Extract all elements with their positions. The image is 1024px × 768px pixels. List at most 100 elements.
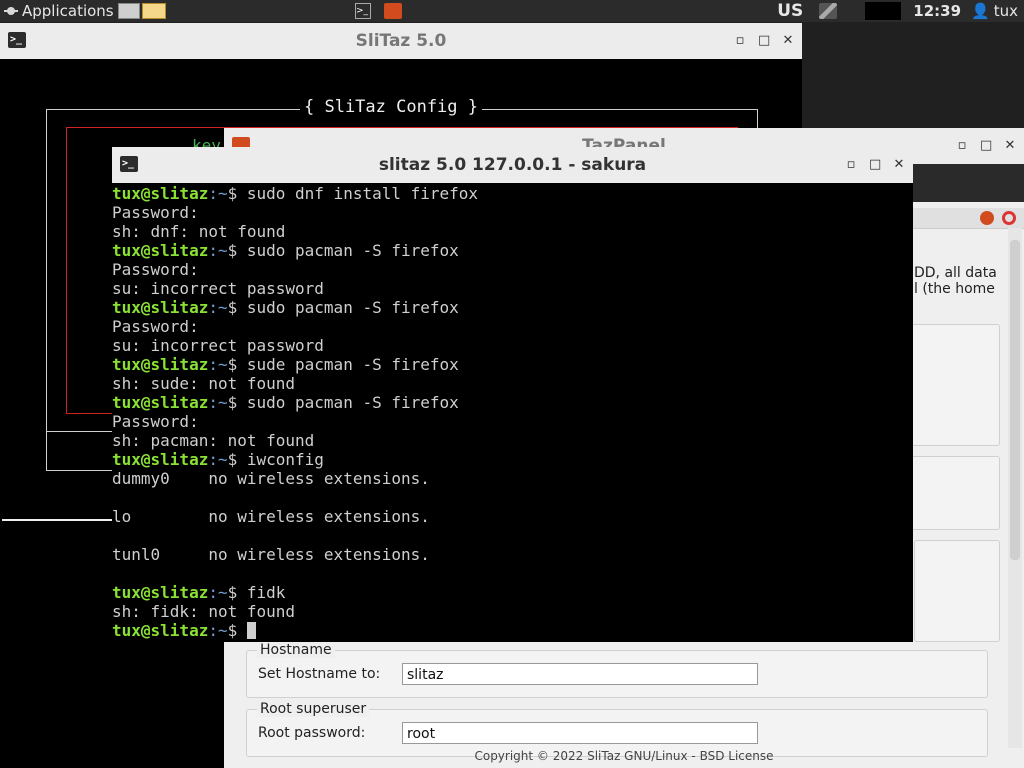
- window-title: slitaz 5.0 127.0.0.1 - sakura: [378, 155, 647, 175]
- scrollbar-thumb[interactable]: [1010, 240, 1020, 560]
- command-text: sudo pacman -S firefox: [246, 393, 459, 412]
- root-password-label: Root password:: [258, 725, 366, 741]
- terminal-output-line: Password:: [112, 317, 199, 336]
- keyboard-layout[interactable]: US: [777, 1, 803, 21]
- separator-line: [2, 519, 112, 521]
- root-password-input[interactable]: root: [402, 722, 758, 744]
- prompt-user: tux@slitaz: [112, 355, 209, 374]
- dialog-title: { SliTaz Config }: [300, 97, 482, 117]
- close-icon[interactable]: ✕: [1004, 128, 1016, 164]
- terminal-command-line: tux@slitaz:~$ sudo dnf install firefox: [112, 184, 913, 203]
- command-text: sudo pacman -S firefox: [246, 241, 459, 260]
- terminal-output-line: sh: sude: not found: [112, 374, 296, 393]
- sakura-terminal-window: >_ slitaz 5.0 127.0.0.1 - sakura ▫ □ ✕ t…: [112, 147, 913, 642]
- terminal-output-line: Password:: [112, 260, 199, 279]
- fieldset-partial-3: [914, 540, 1000, 642]
- minimize-icon[interactable]: ▫: [734, 23, 746, 59]
- maximize-icon[interactable]: □: [758, 23, 770, 59]
- root-legend: Root superuser: [257, 701, 370, 717]
- window-titlebar[interactable]: >_ SliTaz 5.0 ▫ □ ✕: [0, 23, 802, 59]
- applications-menu[interactable]: Applications: [4, 2, 114, 20]
- prompt-path: :~: [208, 184, 228, 203]
- terminal-output[interactable]: tux@slitaz:~$ sudo dnf install firefox Pa…: [112, 184, 913, 642]
- maximize-icon[interactable]: □: [980, 128, 992, 164]
- prompt-user: tux@slitaz: [112, 450, 209, 469]
- prompt-path: :~: [208, 450, 228, 469]
- terminal-command-line: tux@slitaz:~$ sudo pacman -S firefox: [112, 298, 913, 317]
- prompt-symbol: $: [227, 355, 247, 374]
- prompt-path: :~: [208, 583, 228, 602]
- description-line-1: DD, all data: [914, 265, 997, 281]
- terminal-output-line: su: incorrect password: [112, 279, 324, 298]
- prompt-symbol: $: [227, 621, 247, 640]
- hostname-input[interactable]: slitaz: [402, 663, 758, 685]
- clock[interactable]: 12:39: [913, 2, 961, 20]
- prompt-user: tux@slitaz: [112, 184, 209, 203]
- prompt-path: :~: [208, 298, 228, 317]
- close-icon[interactable]: ✕: [782, 23, 794, 59]
- terminal-output-line: sh: pacman: not found: [112, 431, 315, 450]
- terminal-icon[interactable]: >_: [355, 3, 371, 19]
- terminal-command-line: tux@slitaz:~$ iwconfig: [112, 450, 913, 469]
- tazpanel-icon[interactable]: [384, 3, 402, 19]
- maximize-icon[interactable]: □: [869, 147, 881, 183]
- prompt-path: :~: [208, 621, 228, 640]
- user-icon: 👤: [971, 2, 990, 20]
- terminal-command-line: tux@slitaz:~$ sude pacman -S firefox: [112, 355, 913, 374]
- terminal-output-line: Password:: [112, 412, 199, 431]
- prompt-symbol: $: [227, 184, 247, 203]
- command-text: fidk: [246, 583, 286, 602]
- hostname-label: Set Hostname to:: [258, 666, 381, 682]
- terminal-command-line: tux@slitaz:~$: [112, 621, 913, 640]
- prompt-symbol: $: [227, 393, 247, 412]
- prompt-user: tux@slitaz: [112, 298, 209, 317]
- prompt-user: tux@slitaz: [112, 393, 209, 412]
- prompt-symbol: $: [227, 241, 247, 260]
- text-cursor: [246, 622, 256, 639]
- window-title: SliTaz 5.0: [355, 31, 447, 51]
- prompt-symbol: $: [227, 298, 247, 317]
- terminal-command-line: tux@slitaz:~$ fidk: [112, 583, 913, 602]
- terminal-command-line: tux@slitaz:~$ sudo pacman -S firefox: [112, 241, 913, 260]
- terminal-output-line: sh: fidk: not found: [112, 602, 296, 621]
- prompt-symbol: $: [227, 450, 247, 469]
- minimize-icon[interactable]: ▫: [956, 128, 968, 164]
- spider-icon: [4, 4, 18, 18]
- top-panel: Applications >_ US 12:39 👤 tux: [0, 0, 1024, 22]
- command-text: sude pacman -S firefox: [246, 355, 459, 374]
- terminal-output-line: tunl0 no wireless extensions.: [112, 545, 430, 564]
- terminal-output-line: sh: dnf: not found: [112, 222, 286, 241]
- terminal-output-line: dummy0 no wireless extensions.: [112, 469, 430, 488]
- folder-icon[interactable]: [142, 3, 166, 19]
- applications-label: Applications: [22, 2, 114, 20]
- prompt-symbol: $: [227, 583, 247, 602]
- prompt-path: :~: [208, 393, 228, 412]
- prompt-path: :~: [208, 241, 228, 260]
- taskbar-window-icon[interactable]: [118, 3, 140, 19]
- window-titlebar[interactable]: >_ slitaz 5.0 127.0.0.1 - sakura ▫ □ ✕: [112, 147, 913, 183]
- terminal-command-line: tux@slitaz:~$ sudo pacman -S firefox: [112, 393, 913, 412]
- prompt-user: tux@slitaz: [112, 583, 209, 602]
- footer: Copyright © 2022 SliTaz GNU/Linux - BSD …: [474, 749, 774, 763]
- network-icon[interactable]: [819, 3, 838, 19]
- terminal-output-line: Password:: [112, 203, 199, 222]
- scrollbar[interactable]: [1008, 228, 1022, 748]
- prompt-user: tux@slitaz: [112, 621, 209, 640]
- terminal-output-line: su: incorrect password: [112, 336, 324, 355]
- tray-black-block: [865, 2, 902, 20]
- terminal-output-line: lo no wireless extensions.: [112, 507, 430, 526]
- prompt-path: :~: [208, 355, 228, 374]
- hostname-legend: Hostname: [257, 642, 335, 658]
- help-icon[interactable]: [1002, 211, 1016, 225]
- close-icon[interactable]: ✕: [893, 147, 905, 183]
- command-text: sudo dnf install firefox: [246, 184, 479, 203]
- user-name[interactable]: tux: [994, 2, 1018, 20]
- spider-icon[interactable]: [980, 211, 994, 225]
- prompt-user: tux@slitaz: [112, 241, 209, 260]
- command-text: iwconfig: [246, 450, 324, 469]
- minimize-icon[interactable]: ▫: [845, 147, 857, 183]
- dialog-divider: [46, 431, 116, 432]
